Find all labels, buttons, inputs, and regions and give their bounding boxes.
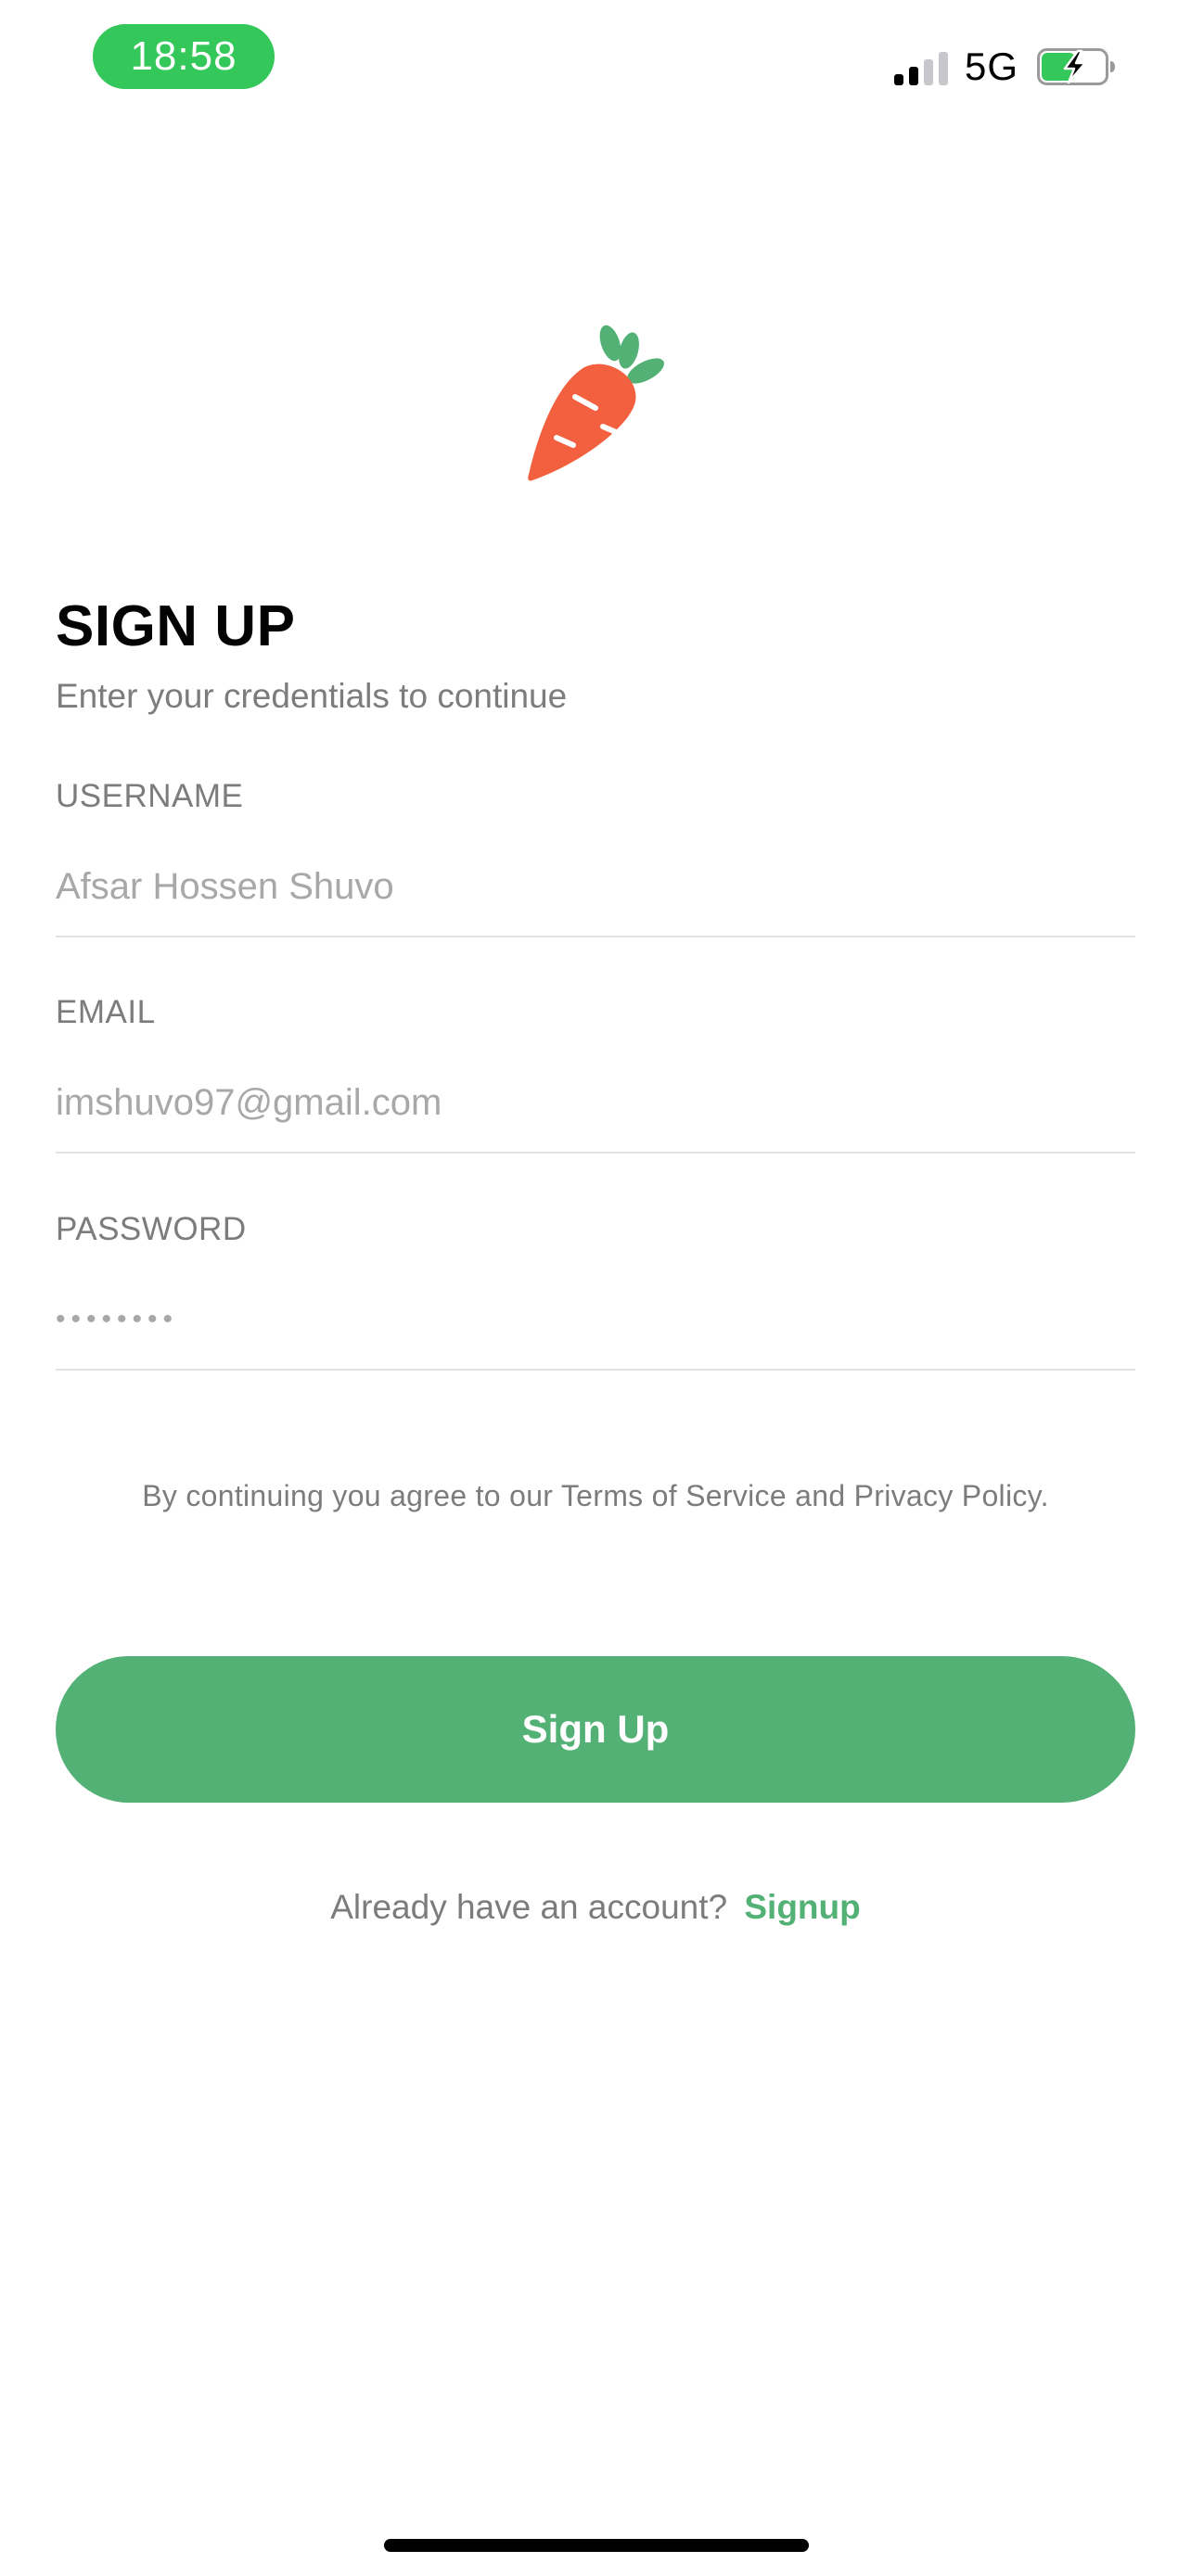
status-indicators: 5G: [893, 41, 1115, 93]
signup-button[interactable]: Sign Up: [56, 1656, 1135, 1803]
username-label: USERNAME: [56, 778, 244, 814]
home-indicator[interactable]: [384, 2539, 809, 2552]
username-field: USERNAME: [56, 774, 1135, 937]
cellular-signal-icon: [893, 48, 948, 85]
status-time: 18:58: [93, 24, 275, 89]
terms-notice: By continuing you agree to our Terms of …: [142, 1479, 1049, 1512]
account-prompt: Already have an account? Signup: [0, 1888, 1191, 1927]
password-label: PASSWORD: [56, 1211, 247, 1247]
password-field: PASSWORD: [56, 1207, 1135, 1371]
signup-screen: 18:58 5G SIGN UP Enter your credentials …: [0, 0, 1191, 2576]
username-input[interactable]: [56, 854, 1135, 937]
network-type: 5G: [964, 45, 1018, 88]
page-subtitle: Enter your credentials to continue: [56, 677, 568, 715]
password-input[interactable]: [56, 1287, 1135, 1371]
account-prompt-text: Already have an account?: [330, 1888, 728, 1926]
signup-link[interactable]: Signup: [744, 1888, 860, 1926]
battery-charging-icon: [1037, 48, 1115, 85]
email-field: EMAIL: [56, 990, 1135, 1154]
page-title: SIGN UP: [56, 594, 296, 658]
email-label: EMAIL: [56, 994, 156, 1030]
carrot-icon: [519, 323, 668, 490]
email-input[interactable]: [56, 1070, 1135, 1154]
